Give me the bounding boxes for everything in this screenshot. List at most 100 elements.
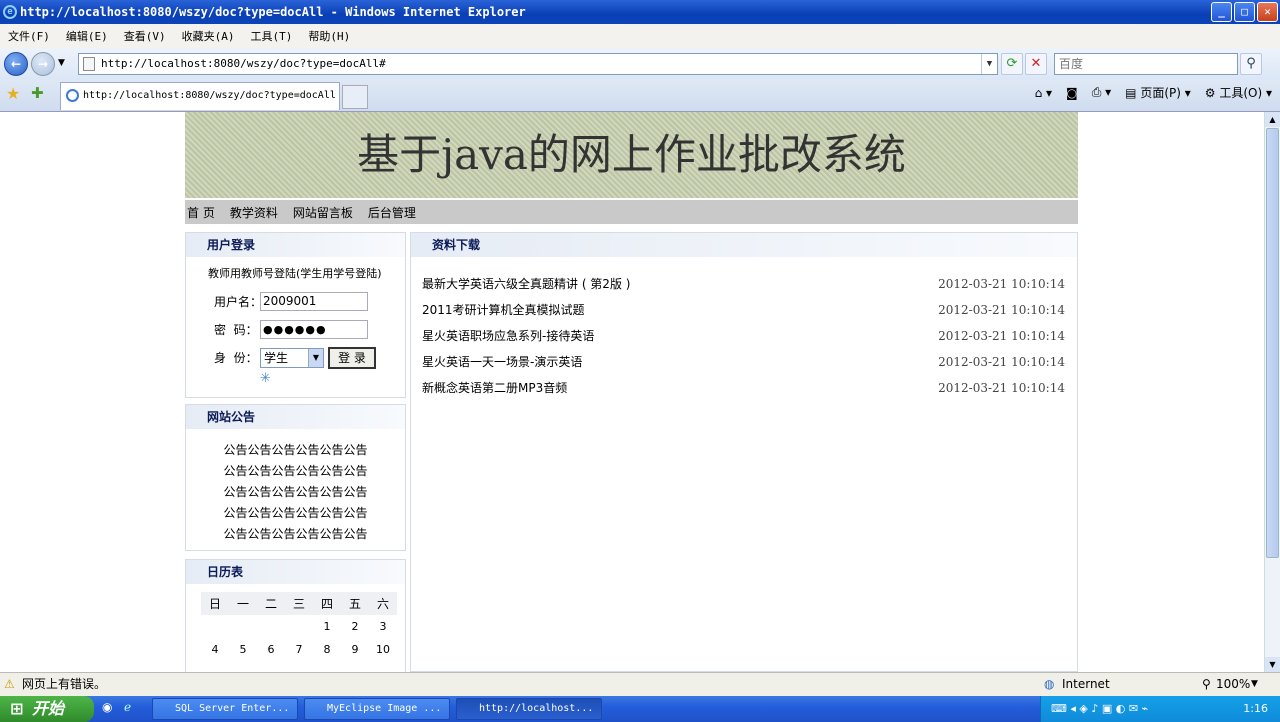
menu-file[interactable]: 文件(F) [8,28,50,44]
back-button[interactable]: ← [4,52,28,76]
task-ie[interactable]: http://localhost... [456,698,602,720]
calendar-day[interactable]: 5 [229,638,257,661]
calendar-day[interactable]: 4 [201,638,229,661]
login-button[interactable]: 登 录 [328,347,376,369]
notice-title: 网站公告 [186,405,405,429]
login-note: 教师用教师号登陆(学生用学号登陆) [208,267,382,280]
zoom-icon[interactable]: ⚲ [1202,673,1211,695]
notice-item[interactable]: 公告公告公告公告公告公告 [186,440,405,461]
clock[interactable]: 1:16 [1243,702,1268,715]
notice-item[interactable]: 公告公告公告公告公告公告 [186,461,405,482]
menu-help[interactable]: 帮助(H) [308,28,350,44]
doc-item[interactable]: 新概念英语第二册MP3音频 2012-03-21 10:10:14 [422,375,1065,401]
scroll-down-icon[interactable]: ▼ [1265,657,1280,672]
task-sql-server[interactable]: SQL Server Enter... [152,698,298,720]
weekday: 五 [341,592,369,615]
browser-tab[interactable]: http://localhost:8080/wszy/doc?type=docA… [60,82,340,110]
nav-guestbook[interactable]: 网站留言板 [293,204,353,221]
menu-bar: 文件(F) 编辑(E) 查看(V) 收藏夹(A) 工具(T) 帮助(H) [0,24,1280,48]
nav-home[interactable]: 首 页 [187,204,215,221]
stop-icon[interactable]: ✕ [1025,53,1047,75]
doc-item[interactable]: 最新大学英语六级全真题精讲 ( 第2版 ) 2012-03-21 10:10:14 [422,271,1065,297]
weekday: 四 [313,592,341,615]
doc-name[interactable]: 2011考研计算机全真模拟试题 [422,303,585,317]
scroll-up-icon[interactable]: ▲ [1265,112,1280,127]
home-icon[interactable]: ⌂ ▾ [1035,86,1052,100]
calendar-day[interactable]: 8 [313,638,341,661]
favorites-star-icon[interactable]: ★ [6,84,20,103]
password-input[interactable]: ●●●●●● [260,320,368,339]
page-icon [83,57,95,71]
globe-icon: ◍ [1044,677,1055,691]
maximize-button[interactable]: □ [1234,2,1255,22]
role-select[interactable]: 学生 ▼ [260,348,324,368]
menu-view[interactable]: 查看(V) [124,28,166,44]
system-tray: ⌨ ◂ ◈ ♪ ▣ ◐ ✉ ⌁ 1:16 [1040,696,1280,722]
forward-button[interactable]: → [31,52,55,76]
page-menu[interactable]: ▤ 页面(P) ▾ [1125,84,1191,101]
title-bar: e http://localhost:8080/wszy/doc?type=do… [0,0,1280,24]
login-panel: 用户登录 教师用教师号登陆(学生用学号登陆) 用户名： 2009001 密 码：… [185,232,406,398]
tray-icons[interactable]: ⌨ ◂ ◈ ♪ ▣ ◐ ✉ ⌁ [1051,696,1148,722]
doc-item[interactable]: 星火英语职场应急系列-接待英语 2012-03-21 10:10:14 [422,323,1065,349]
new-tab-button[interactable] [342,85,368,109]
address-bar[interactable]: http://localhost:8080/wszy/doc?type=docA… [78,53,998,75]
doc-date: 2012-03-21 10:10:14 [938,329,1065,343]
status-text[interactable]: 网页上有错误。 [22,673,106,695]
nav-admin[interactable]: 后台管理 [368,204,416,221]
calendar-day[interactable]: 9 [341,638,369,661]
chevron-down-icon: ▼ [308,349,323,367]
scroll-thumb[interactable] [1266,128,1279,558]
history-dropdown-icon[interactable]: ▼ [58,58,65,68]
calendar-day[interactable]: 3 [369,615,397,638]
refresh-icon[interactable]: ⟳ [1001,53,1023,75]
warning-icon[interactable]: ⚠ [4,673,15,695]
doc-item[interactable]: 2011考研计算机全真模拟试题 2012-03-21 10:10:14 [422,297,1065,323]
windows-logo-icon: ⊞ [10,699,24,718]
doc-item[interactable]: 星火英语一天一场景-演示英语 2012-03-21 10:10:14 [422,349,1065,375]
ie-quicklaunch-icon[interactable]: ℯ [124,700,131,714]
search-icon[interactable]: ⚲ [1240,53,1262,75]
menu-edit[interactable]: 编辑(E) [66,28,108,44]
add-favorite-icon[interactable]: ✚ [31,84,44,102]
task-label: SQL Server Enter... [175,703,290,714]
minimize-button[interactable]: _ [1211,2,1232,22]
nav-materials[interactable]: 教学资料 [230,204,278,221]
address-dropdown-icon[interactable]: ▼ [981,54,997,74]
start-button[interactable]: ⊞ 开始 [0,696,94,722]
role-value: 学生 [264,351,289,365]
calendar-day[interactable]: 6 [257,638,285,661]
rss-icon[interactable]: ◙ [1066,86,1078,100]
tools-menu[interactable]: ⚙ 工具(O) ▾ [1205,84,1272,101]
docs-title: 资料下载 [411,233,1077,257]
calendar-day[interactable]: 2 [341,615,369,638]
zoom-level[interactable]: 100% [1216,673,1250,695]
calendar-day[interactable]: 1 [313,615,341,638]
weekday: 三 [285,592,313,615]
task-label: http://localhost... [479,703,594,714]
task-myeclipse[interactable]: MyEclipse Image ... [304,698,450,720]
show-desktop-icon[interactable]: ◉ [102,700,112,714]
menu-tools[interactable]: 工具(T) [251,28,293,44]
doc-name[interactable]: 星火英语一天一场景-演示英语 [422,355,582,369]
menu-favorites[interactable]: 收藏夹(A) [182,28,235,44]
loading-spinner-icon: ✳ [260,371,271,386]
close-button[interactable]: ✕ [1257,2,1278,22]
notice-item[interactable]: 公告公告公告公告公告公告 [186,524,405,545]
doc-date: 2012-03-21 10:10:14 [938,355,1065,369]
username-input[interactable]: 2009001 [260,292,368,311]
doc-name[interactable]: 最新大学英语六级全真题精讲 ( 第2版 ) [422,277,630,291]
zoom-dropdown-icon[interactable]: ▼ [1251,673,1258,695]
calendar-day[interactable]: 10 [369,638,397,661]
vertical-scrollbar[interactable]: ▲ ▼ [1264,112,1280,672]
doc-name[interactable]: 新概念英语第二册MP3音频 [422,381,567,395]
doc-name[interactable]: 星火英语职场应急系列-接待英语 [422,329,594,343]
page-viewport: 基于java的网上作业批改系统 首 页 教学资料 网站留言板 后台管理 用户登录… [0,112,1264,672]
notice-item[interactable]: 公告公告公告公告公告公告 [186,503,405,524]
notice-item[interactable]: 公告公告公告公告公告公告 [186,482,405,503]
print-icon[interactable]: ⎙ ▾ [1092,85,1111,100]
calendar-day[interactable]: 7 [285,638,313,661]
tab-title: http://localhost:8080/wszy/doc?type=docA… [83,90,336,101]
search-input[interactable]: 百度 [1054,53,1238,75]
weekday: 六 [369,592,397,615]
